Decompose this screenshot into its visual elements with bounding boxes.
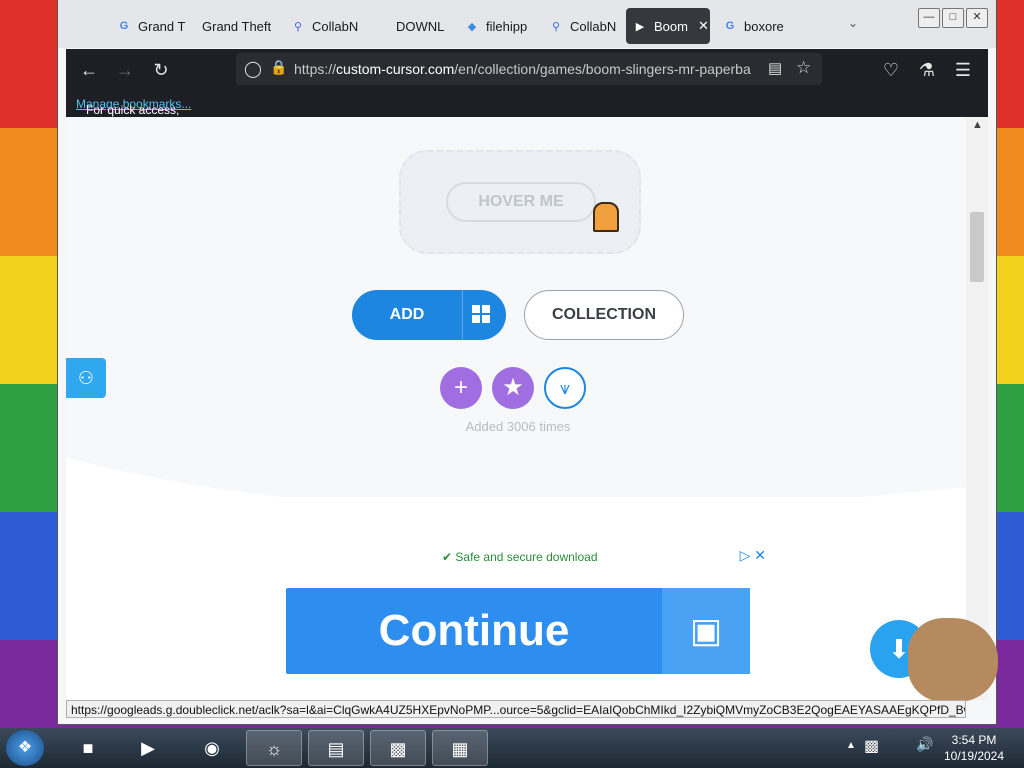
start-orb-icon[interactable]: ❖ — [6, 730, 44, 766]
menu-hamburger-icon[interactable]: ☰ — [952, 59, 974, 81]
tab-4[interactable]: ◆ filehipp — [458, 8, 536, 44]
taskbar-globe-icon[interactable]: ◉ — [184, 730, 240, 766]
plus-icon[interactable]: + — [440, 367, 482, 409]
forward-arrow-icon[interactable]: → — [114, 59, 136, 81]
taskbar-photos-icon[interactable]: ▦ — [432, 730, 488, 766]
google-icon: G — [725, 20, 735, 32]
hamster-image — [908, 618, 998, 702]
continue-button[interactable]: Continue ▣ — [286, 588, 750, 674]
windows-icon — [472, 305, 490, 323]
tab-label: Boom — [654, 18, 688, 34]
minimize-icon[interactable]: — — [918, 8, 940, 28]
tab-label: DOWNL — [396, 18, 445, 34]
added-count: Added 3006 times — [465, 419, 571, 434]
taskbar-notepad-icon[interactable]: ▤ — [308, 730, 364, 766]
ghost-cursor-icon — [593, 202, 619, 232]
add-button[interactable]: ADD — [352, 290, 506, 340]
google-icon: G — [119, 20, 129, 32]
add-label: ADD — [389, 306, 425, 323]
tab-label: CollabN — [570, 18, 617, 34]
taskbar-firefox-icon[interactable]: ☼ — [246, 730, 302, 766]
taskbar: ❖ ■ ▶ ◉ ☼ ▤ ▩ ▦ ▲ ▩ 🔊 3:54 PM 10/19/2024 — [0, 728, 1024, 768]
scrollbar-thumb[interactable] — [970, 212, 984, 282]
lock-icon[interactable]: 🔒 — [270, 59, 287, 76]
clock-time: 3:54 PM — [951, 733, 997, 747]
bookmarks-toolbar: For quick access, place your bookmarks h… — [66, 91, 988, 173]
tab-label: filehipp — [486, 18, 528, 34]
url-text[interactable]: https://custom-cursor.com/en/collection/… — [294, 61, 764, 77]
cursor-icon: ▶ — [635, 20, 645, 33]
tab-6-active[interactable]: ▶ Boom ✕ — [626, 8, 710, 44]
taskbar-monitor-icon[interactable]: ▩ — [370, 730, 426, 766]
extensions-icon[interactable]: ⚗ — [916, 59, 938, 81]
share-icon[interactable]: ⩛ — [544, 367, 586, 409]
search-icon: ⚲ — [293, 20, 303, 33]
reader-view-icon[interactable]: ▤ — [768, 59, 782, 77]
maximize-icon[interactable]: □ — [942, 8, 964, 28]
taskbar-media-player-icon[interactable]: ▶ — [120, 730, 176, 766]
scrollbar[interactable]: ▲ — [966, 117, 988, 700]
browser-window: G Grand T Grand Theft ⚲ CollabN DOWNL ◆ … — [58, 0, 996, 724]
tab-list-chevron-icon[interactable]: ⌄ — [848, 16, 858, 30]
divider — [462, 290, 463, 340]
nav-toolbar: ← → ↻ ◯ 🔒 https://custom-cursor.com/en/c… — [66, 49, 988, 91]
taskbar-app-terminal-icon[interactable]: ■ — [60, 730, 116, 766]
close-window-icon[interactable]: ✕ — [966, 8, 988, 28]
tab-label: CollabN — [312, 18, 359, 34]
ad-close-icon[interactable]: ▷ ✕ — [740, 547, 766, 564]
tab-0[interactable]: G Grand T — [110, 8, 190, 44]
tab-label: boxore — [744, 18, 784, 34]
tab-label: Grand Theft — [202, 18, 272, 34]
shield-icon[interactable]: ◯ — [244, 59, 262, 79]
continue-label: Continue — [378, 606, 570, 655]
tray-show-hidden-icon[interactable]: ▲ — [846, 740, 856, 751]
tab-2[interactable]: ⚲ CollabN — [284, 8, 362, 44]
tray-network-icon[interactable]: ▩ — [864, 736, 879, 756]
safe-download-text: ✔ Safe and secure download — [442, 550, 598, 564]
reload-icon[interactable]: ↻ — [150, 59, 172, 81]
tab-1[interactable]: Grand Theft — [196, 8, 276, 44]
filehippo-icon: ◆ — [467, 20, 477, 33]
search-icon: ⚲ — [551, 20, 561, 33]
tab-strip: G Grand T Grand Theft ⚲ CollabN DOWNL ◆ … — [58, 0, 996, 48]
tab-5[interactable]: ⚲ CollabN — [542, 8, 620, 44]
hover-me-button[interactable]: HOVER ME — [446, 182, 596, 222]
tab-3[interactable]: DOWNL — [390, 8, 446, 44]
tab-7[interactable]: G boxore — [716, 8, 796, 44]
user-group-add-icon[interactable]: ⚇ — [66, 358, 106, 398]
tray-volume-icon[interactable]: 🔊 — [916, 736, 933, 753]
tab-label: Grand T — [138, 18, 186, 34]
cursor-preview-box: HOVER ME — [399, 150, 641, 254]
back-arrow-icon[interactable]: ← — [78, 59, 100, 81]
scroll-up-icon[interactable]: ▲ — [972, 119, 983, 131]
image-crop-icon: ▣ — [662, 588, 750, 674]
pocket-icon[interactable]: ♡ — [880, 59, 902, 81]
star-icon[interactable]: ★ — [492, 367, 534, 409]
star-bookmark-icon[interactable]: ☆ — [796, 58, 811, 78]
close-tab-icon[interactable]: ✕ — [698, 18, 709, 34]
url-bar[interactable]: ◯ 🔒 https://custom-cursor.com/en/collect… — [236, 53, 822, 85]
web-page: HOVER ME ADD COLLECTION + ★ ⩛ Added 3006… — [66, 117, 966, 700]
ad-banner[interactable]: ✔ Safe and secure download ▷ ✕ Continue … — [264, 544, 772, 700]
clock-date: 10/19/2024 — [943, 749, 1005, 763]
status-bar-url: https://googleads.g.doubleclick.net/aclk… — [66, 700, 966, 718]
collection-button[interactable]: COLLECTION — [524, 290, 684, 340]
system-clock[interactable]: 3:54 PM 10/19/2024 — [938, 732, 1010, 764]
